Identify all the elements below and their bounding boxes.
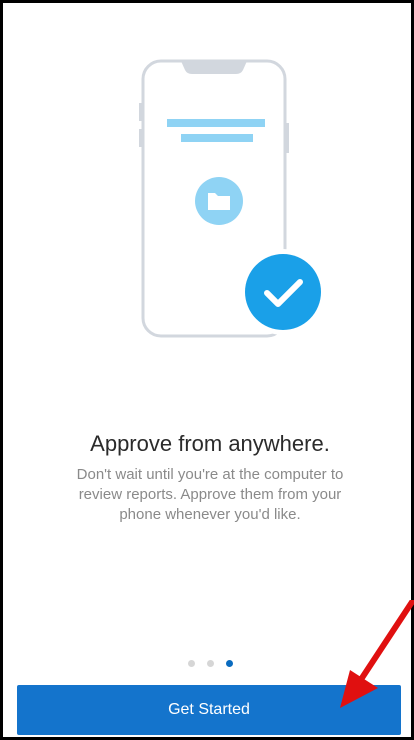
checkmark-icon [240,249,326,335]
page-dot-3-active[interactable] [225,660,233,667]
document-line [167,119,265,127]
page-dot-1[interactable] [187,660,195,667]
phone-illustration [139,59,326,338]
onboarding-headline: Approve from anywhere. [90,431,330,456]
folder-icon [195,177,243,225]
annotation-arrow-icon [340,600,414,708]
page-dot-2[interactable] [206,660,214,667]
onboarding-description: Don't wait until you're at the computer … [76,466,344,523]
document-line [181,134,253,142]
